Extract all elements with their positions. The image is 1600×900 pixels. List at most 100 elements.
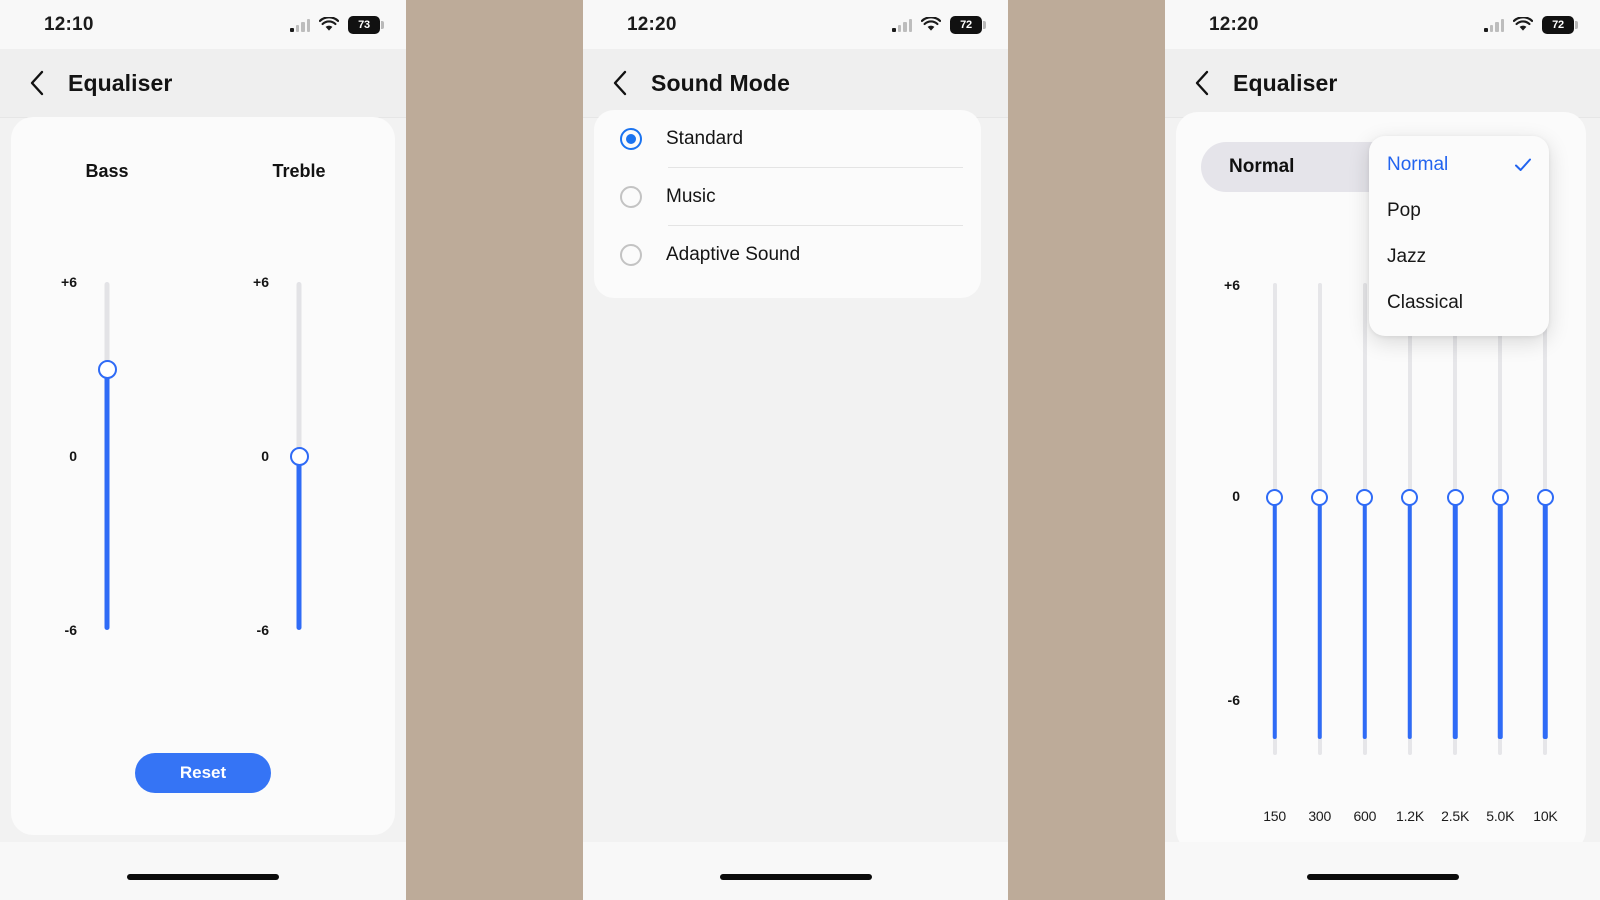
- dropdown-item-pop[interactable]: Pop: [1369, 188, 1549, 234]
- tick-label-treble-minus6: -6: [256, 622, 269, 638]
- phone-screen-sound-mode: 12:20 72 Sound Mode Standard Music Adapt…: [583, 0, 1008, 900]
- battery-level-label: 73: [358, 18, 370, 31]
- dropdown-label-jazz: Jazz: [1387, 246, 1427, 267]
- tick-label-treble-plus6: +6: [253, 274, 269, 290]
- band-label-row: Bass Treble: [11, 161, 395, 182]
- sound-mode-option-adaptive-sound[interactable]: Adaptive Sound: [594, 226, 981, 284]
- sound-mode-option-standard[interactable]: Standard: [594, 110, 981, 168]
- home-bar-area: [583, 842, 1008, 900]
- slider-handle-10k[interactable]: [1536, 489, 1554, 506]
- back-button[interactable]: [24, 67, 50, 99]
- tick-label-zero: 0: [1232, 488, 1240, 504]
- radio-button-music[interactable]: [620, 186, 642, 208]
- slider-fill-150: [1272, 497, 1277, 739]
- preset-dropdown-menu: Normal Pop Jazz Classical: [1369, 136, 1549, 336]
- reset-button[interactable]: Reset: [135, 753, 271, 793]
- status-time: 12:20: [1209, 13, 1259, 35]
- slider-fill-2-5k: [1452, 497, 1458, 739]
- back-button[interactable]: [1189, 67, 1215, 99]
- dropdown-label-normal: Normal: [1387, 154, 1449, 175]
- slider-handle-bass[interactable]: [97, 359, 117, 379]
- slider-handle-treble[interactable]: [289, 446, 309, 466]
- dropdown-item-jazz[interactable]: Jazz: [1369, 234, 1549, 280]
- freq-label-1-2k: 1.2K: [1395, 808, 1424, 824]
- dropdown-label-pop: Pop: [1387, 200, 1421, 221]
- eq-band-300: 300: [1297, 267, 1342, 824]
- phone-screen-equaliser-two-band: 12:10 73 Equaliser Bass Treble +6 0 -6 +…: [0, 0, 406, 900]
- two-band-slider-group: +6 0 -6 +6 0 -6: [11, 272, 395, 652]
- wifi-icon: [920, 16, 942, 32]
- status-time: 12:20: [627, 13, 677, 35]
- tick-label-minus6: -6: [1227, 692, 1240, 708]
- home-indicator[interactable]: [719, 874, 872, 880]
- band-label-bass: Bass: [85, 161, 129, 181]
- dropdown-item-normal[interactable]: Normal: [1369, 142, 1549, 188]
- slider-fill-600: [1362, 497, 1368, 739]
- nav-bar: Equaliser: [1165, 49, 1600, 118]
- wifi-icon: [318, 16, 340, 32]
- slider-fill-300: [1317, 497, 1322, 739]
- home-indicator[interactable]: [1306, 874, 1459, 880]
- status-bar: 12:20 72: [1165, 0, 1600, 49]
- page-title: Equaliser: [68, 69, 173, 96]
- home-bar-area: [0, 842, 406, 900]
- freq-label-5-0k: 5.0K: [1486, 808, 1515, 824]
- sound-mode-option-music[interactable]: Music: [594, 168, 981, 226]
- radio-button-standard[interactable]: [620, 128, 642, 150]
- slider-handle-300[interactable]: [1311, 489, 1329, 506]
- tick-label-bass-zero: 0: [69, 448, 77, 464]
- tick-label-bass-minus6: -6: [64, 622, 77, 638]
- check-icon: [1513, 155, 1533, 175]
- phone-screen-equaliser-seven-band: 12:20 72 Equaliser Normal Normal Pop Jaz…: [1165, 0, 1600, 900]
- home-indicator[interactable]: [127, 874, 279, 880]
- slider-handle-1-2k[interactable]: [1401, 489, 1419, 506]
- eq-band-2-5k: 2.5K: [1433, 267, 1478, 824]
- radio-button-adaptive-sound[interactable]: [620, 244, 642, 266]
- status-time: 12:10: [44, 13, 94, 35]
- cellular-signal-icon: [892, 18, 912, 32]
- slider-fill-bass: [104, 369, 110, 630]
- status-bar: 12:10 73: [0, 0, 406, 49]
- slider-handle-5-0k[interactable]: [1491, 489, 1509, 506]
- nav-bar: Sound Mode: [583, 49, 1008, 118]
- preset-selected-label: Normal: [1229, 156, 1295, 177]
- slider-handle-150[interactable]: [1266, 489, 1284, 506]
- slider-handle-600[interactable]: [1356, 489, 1374, 506]
- status-icon-group: 73: [290, 15, 384, 34]
- freq-label-300: 300: [1308, 808, 1332, 824]
- eq-band-5-0k: 5.0K: [1478, 267, 1523, 824]
- eq-band-150: 150: [1252, 267, 1297, 824]
- chevron-left-icon: [613, 70, 627, 96]
- slider-column-treble: +6 0 -6: [203, 272, 395, 652]
- page-title: Sound Mode: [651, 69, 790, 96]
- freq-label-150: 150: [1263, 808, 1286, 824]
- battery-level-label: 72: [1552, 18, 1564, 31]
- home-bar-area: [1165, 842, 1600, 900]
- status-icon-group: 72: [892, 15, 986, 34]
- wifi-icon: [1512, 16, 1534, 32]
- slider-fill-1-2k: [1407, 497, 1413, 739]
- back-button[interactable]: [607, 67, 633, 99]
- seven-band-slider-group: +6 0 -6 150 300 600 1.2K 2.5K 5.0K 10K: [1204, 267, 1576, 824]
- cellular-signal-icon: [290, 18, 310, 32]
- nav-bar: Equaliser: [0, 49, 406, 118]
- status-icon-group: 72: [1484, 15, 1578, 34]
- eq-band-columns: 150 300 600 1.2K 2.5K 5.0K 10K: [1252, 267, 1568, 824]
- battery-icon: 72: [1542, 15, 1578, 34]
- dropdown-item-classical[interactable]: Classical: [1369, 280, 1549, 326]
- freq-label-600: 600: [1353, 808, 1377, 824]
- cellular-signal-icon: [1484, 18, 1504, 32]
- freq-label-10k: 10K: [1533, 808, 1558, 824]
- dropdown-label-classical: Classical: [1387, 292, 1464, 313]
- battery-icon: 72: [950, 15, 986, 34]
- eq-band-1-2k: 1.2K: [1387, 267, 1432, 824]
- slider-handle-2-5k[interactable]: [1446, 489, 1464, 506]
- sound-mode-label-adaptive-sound: Adaptive Sound: [666, 244, 801, 265]
- freq-label-2-5k: 2.5K: [1441, 808, 1470, 824]
- sound-mode-options-card: Standard Music Adaptive Sound: [594, 110, 981, 298]
- eq-band-10k: 10K: [1523, 267, 1568, 824]
- tick-label-treble-zero: 0: [261, 448, 269, 464]
- slider-fill-treble: [296, 456, 302, 630]
- chevron-left-icon: [30, 70, 44, 96]
- sound-mode-label-music: Music: [666, 186, 716, 207]
